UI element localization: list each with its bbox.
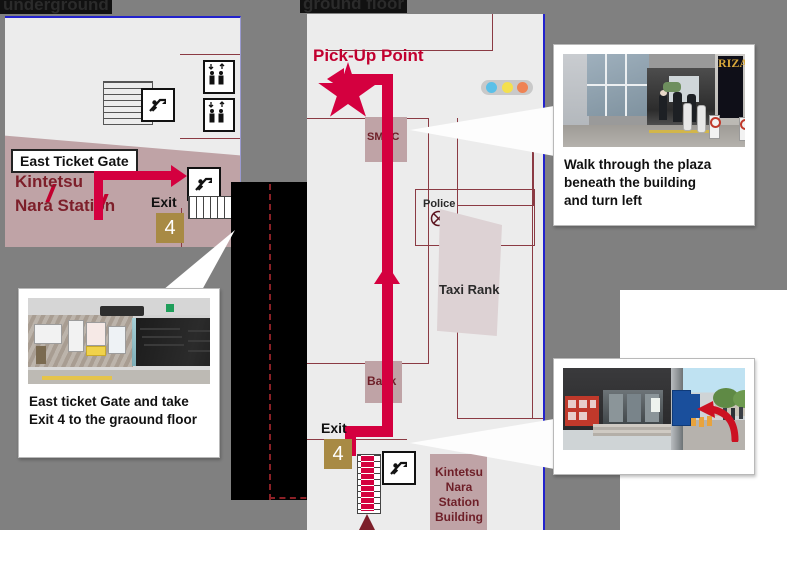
escalator-icon [382, 451, 416, 485]
callout-caption: East ticket Gate and take Exit 4 to the … [29, 393, 209, 429]
caption-line-2: Exit 4 to the graound floor [29, 412, 197, 427]
east-ticket-gate-label: East Ticket Gate [11, 149, 138, 173]
caption-line-1: Walk through the plaza [564, 157, 712, 172]
stairs-highlight [361, 455, 374, 511]
route-arrow-segment [94, 171, 176, 180]
underground-floor-map: Kintetsu Nara Station East Ticket Gate E… [5, 16, 241, 247]
stairs-up-arrow [359, 514, 375, 530]
escalator-icon [141, 88, 175, 122]
map-guide-line [180, 138, 240, 139]
rizap-sign: RIZAP [718, 56, 745, 118]
underground-path-dashed-line [269, 184, 271, 500]
underground-floor-header: underground [0, 0, 112, 14]
red-curved-arrow-icon [697, 401, 739, 442]
exit-number-badge: 4 [324, 439, 352, 469]
taxi-rank-area [437, 209, 502, 336]
ground-floor-header: ground floor [300, 0, 408, 13]
plaza-beneath-building-photo: RIZAP [563, 54, 745, 147]
taxi-rank-label: Taxi Rank [439, 282, 500, 297]
exit-label: Exit [151, 194, 177, 210]
route-arrow-head-up [374, 264, 400, 284]
route-line-vertical [382, 74, 393, 426]
caption-line-2: beneath the building [564, 175, 696, 190]
station-concourse-escalator-photo [28, 298, 210, 384]
exit-label: Exit [321, 420, 347, 436]
pick-up-point-label: Pick-Up Point [313, 46, 424, 65]
kintetsu-nara-station-building-label: Kintetsu Nara Station Building [425, 465, 493, 525]
callout-card-east-ticket-gate: East ticket Gate and take Exit 4 to the … [18, 288, 220, 458]
callout-caption: Walk through the plaza beneath the build… [564, 156, 744, 210]
caption-line-3: and turn left [564, 193, 642, 208]
map-guide-line [180, 54, 240, 55]
caption-line-1: East ticket Gate and take [29, 394, 189, 409]
map-guide-line [307, 439, 407, 440]
station-building-line-1: Kintetsu [435, 465, 483, 479]
route-arrow-head [171, 165, 187, 187]
map-guide-line [457, 418, 543, 419]
elevator-icon [203, 60, 235, 94]
map-divider-band [231, 182, 311, 500]
police-label: Police [423, 198, 456, 210]
traffic-light-icon [481, 80, 533, 95]
station-building-line-3: Building [435, 510, 483, 524]
traffic-light-dot-orange [517, 82, 529, 93]
traffic-light-dot-yellow [501, 82, 513, 93]
route-arrow-segment [94, 178, 103, 220]
map-guide-line [492, 14, 493, 51]
street-corner-blue-pole-photo [563, 368, 745, 450]
elevator-icon [203, 98, 235, 132]
station-building-line-2: Nara Station [438, 480, 480, 509]
traffic-light-dot-blue [485, 82, 497, 93]
callout-card-street-corner [553, 358, 755, 475]
callout-card-plaza: RIZAP Walk through the plaza beneath the… [553, 44, 755, 226]
exit-number-badge: 4 [156, 213, 184, 243]
